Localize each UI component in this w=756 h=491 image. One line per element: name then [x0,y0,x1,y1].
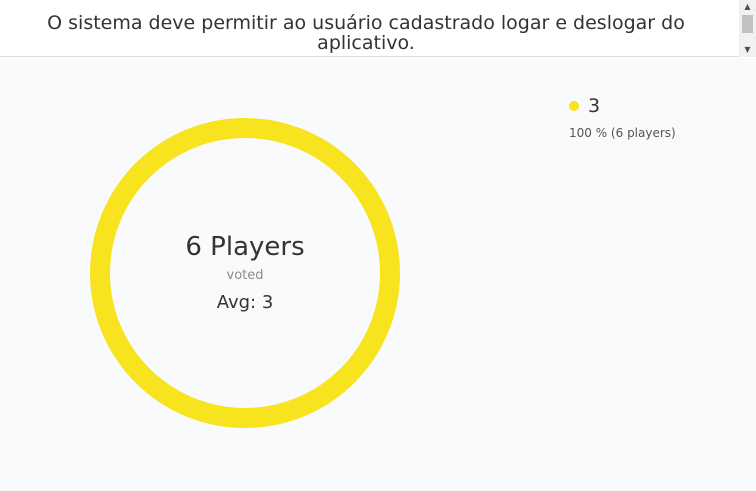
chevron-up-icon[interactable]: ▲ [739,0,756,14]
chart-legend: 3 100 % (6 players) [569,94,676,140]
legend-dot-icon [569,101,579,111]
story-title: O sistema deve permitir ao usuário cadas… [47,12,685,54]
donut-chart: 6 Players voted Avg: 3 [90,118,400,428]
story-header: O sistema deve permitir ao usuário cadas… [0,0,756,57]
results-panel: 6 Players voted Avg: 3 3 100 % (6 player… [0,58,756,491]
players-count: 6 Players [185,232,305,262]
legend-value: 3 [588,95,601,117]
legend-detail: 100 % (6 players) [569,126,676,140]
scrollbar-thumb[interactable] [742,15,753,33]
chevron-down-icon[interactable]: ▼ [739,43,756,57]
average-value: Avg: 3 [216,292,274,313]
legend-item: 3 [569,94,676,118]
voted-label: voted [226,268,264,283]
vertical-scrollbar[interactable]: ▲ ▼ [739,0,756,57]
